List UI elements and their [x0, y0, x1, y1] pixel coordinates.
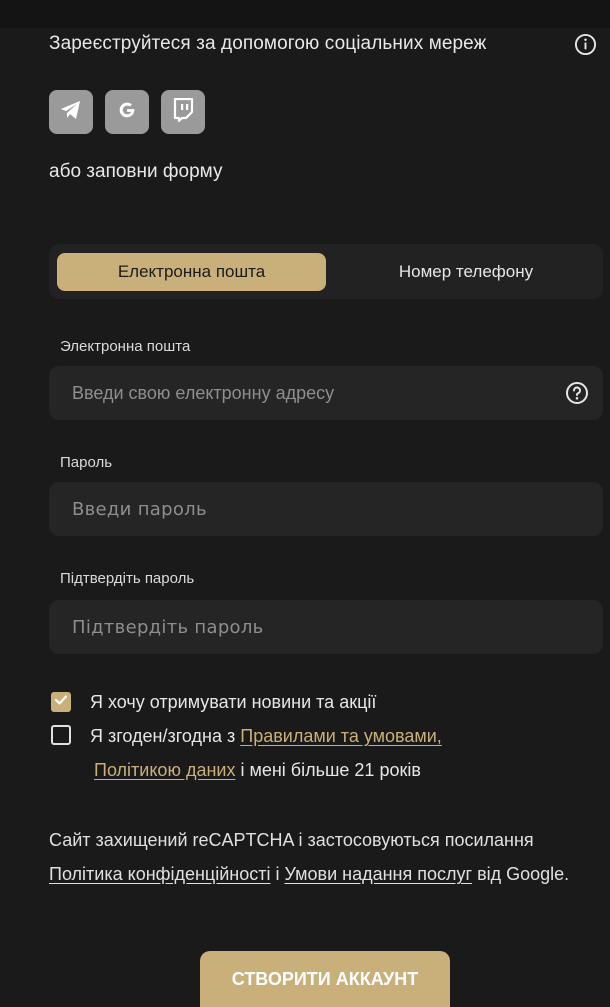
confirm-password-label: Підтвердіть пароль: [60, 570, 195, 587]
terms-checkbox-label: Я згоден/згодна з Правилами та умовами,: [90, 726, 442, 747]
twitch-button[interactable]: [161, 90, 205, 134]
news-checkbox[interactable]: [51, 692, 71, 712]
terms-prefix-text: Я згоден/згодна з: [90, 726, 241, 746]
google-privacy-link[interactable]: Політика конфіденційності: [49, 864, 270, 884]
tab-email[interactable]: Електронна пошта: [57, 253, 326, 291]
age-confirmation-text: і мені більше 21 років: [235, 760, 421, 780]
create-account-button[interactable]: СТВОРИТИ АККАУНТ: [200, 951, 450, 1007]
google-button[interactable]: [105, 90, 149, 134]
telegram-icon: [59, 99, 83, 126]
info-icon[interactable]: [574, 33, 597, 56]
recaptcha-and-text: і: [270, 864, 285, 884]
news-checkbox-label: Я хочу отримувати новини та акції: [90, 692, 377, 712]
twitch-icon: [172, 97, 194, 127]
password-field-container: [49, 482, 603, 536]
confirm-password-field-container: [49, 600, 603, 654]
google-icon: [116, 99, 138, 126]
checkmark-icon: [54, 693, 68, 711]
email-field-container: [49, 366, 603, 420]
confirm-password-field[interactable]: [49, 600, 603, 654]
google-terms-link[interactable]: Умови надання послуг: [285, 864, 473, 884]
social-signup-title: Зареєструйтеся за допомогою соціальних м…: [49, 33, 487, 54]
social-buttons: [49, 90, 205, 134]
help-icon[interactable]: [565, 381, 589, 405]
password-label: Пароль: [60, 454, 113, 471]
terms-checkbox-label-line2: Політикою даних і мені більше 21 років: [94, 760, 421, 781]
signup-method-tabs: Електронна пошта Номер телефону: [49, 244, 603, 299]
telegram-button[interactable]: [49, 90, 93, 134]
recaptcha-google-text: від Google.: [472, 864, 570, 884]
email-label: Электронна пошта: [60, 338, 191, 355]
or-fill-form-text: або заповни форму: [49, 161, 223, 182]
tab-phone[interactable]: Номер телефону: [334, 253, 598, 291]
email-field[interactable]: [49, 366, 603, 420]
recaptcha-text: Сайт захищений reCAPTCHA і застосовуютьс…: [49, 830, 534, 850]
recaptcha-notice: Сайт захищений reCAPTCHA і застосовуютьс…: [49, 823, 589, 891]
terms-link[interactable]: Правилами та умовами,: [240, 726, 442, 746]
top-bar: [0, 0, 610, 28]
privacy-policy-link[interactable]: Політикою даних: [94, 760, 235, 780]
password-field[interactable]: [49, 482, 603, 536]
terms-checkbox[interactable]: [51, 725, 71, 745]
